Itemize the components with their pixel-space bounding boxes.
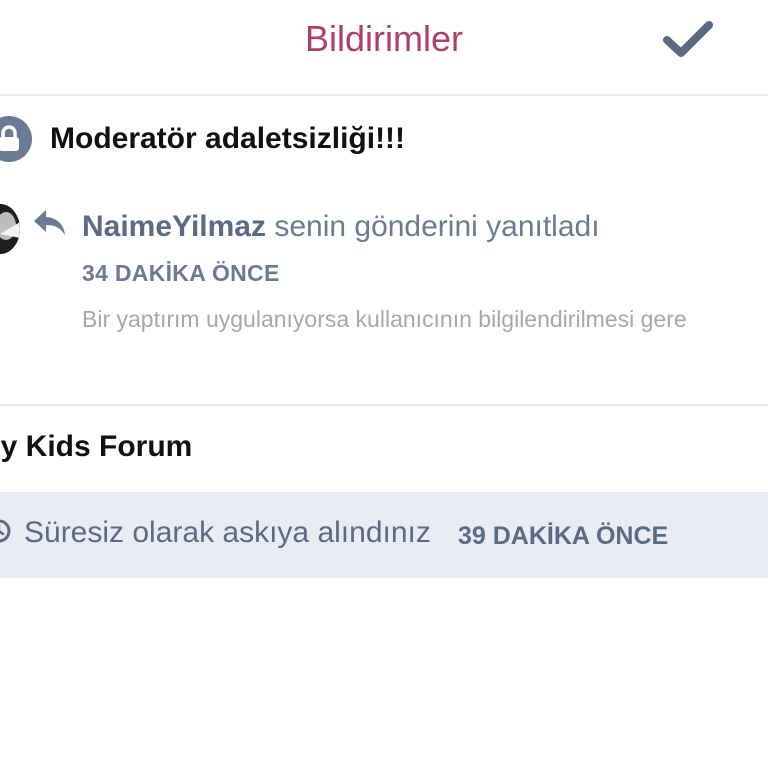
notification-action: senin gönderini yanıtladı [274, 210, 600, 243]
notifications-screen: Bildirimler Moderatör adaletsizliği!!! N… [0, 0, 768, 768]
notification-timestamp: 34 DAKİKA ÖNCE [82, 260, 280, 286]
suspension-message: Süresiz olarak askıya alındınız [24, 516, 431, 549]
thread-title[interactable]: Moderatör adaletsizliği!!! [50, 122, 405, 156]
notification-username[interactable]: NaimeYilmaz [82, 210, 266, 243]
lock-icon [0, 116, 32, 162]
mark-all-read-button[interactable] [660, 16, 716, 64]
notification-text: NaimeYilmaz senin gönderini yanıtladı [82, 210, 600, 244]
suspension-timestamp: 39 DAKİKA ÖNCE [458, 522, 669, 550]
section-divider [0, 404, 768, 406]
page-title: Bildirimler [304, 18, 463, 59]
checkmark-icon [663, 21, 713, 57]
thread-header[interactable]: Moderatör adaletsizliği!!! [0, 100, 768, 184]
avatar[interactable] [0, 204, 20, 254]
suspension-notice[interactable]: Süresiz olarak askıya alındınız 39 DAKİK… [0, 492, 768, 578]
header-bar: Bildirimler [0, 0, 768, 96]
notification-preview: Bir yaptırım uygulanıyorsa kullanıcının … [82, 306, 687, 332]
notification-item[interactable]: NaimeYilmaz senin gönderini yanıtladı 34… [0, 196, 768, 346]
forum-title[interactable]: ppy Kids Forum [0, 430, 192, 464]
clock-icon [0, 519, 11, 543]
reply-icon [34, 210, 65, 235]
